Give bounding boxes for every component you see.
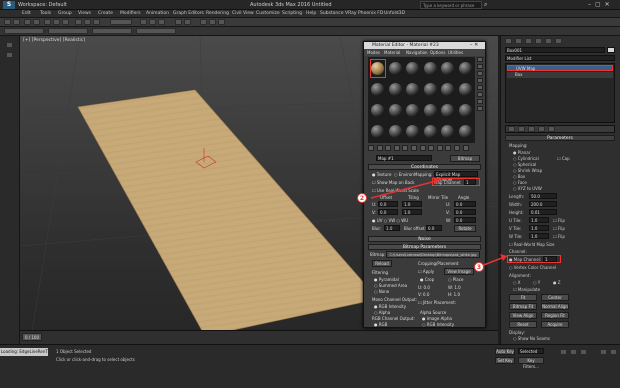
- callout-3: 3: [474, 262, 484, 272]
- last-frame-icon[interactable]: [580, 349, 587, 355]
- selected-dropdown[interactable]: Selected: [518, 348, 544, 354]
- callout-arrow-2: [370, 179, 441, 199]
- status-bar: Loading: EdgeLineRenTiles 1 Object Selec…: [0, 344, 620, 388]
- zoom-icon[interactable]: [600, 349, 607, 355]
- annotation-overlay: [370, 177, 508, 267]
- pan-icon[interactable]: [610, 349, 617, 355]
- set-key-button[interactable]: Set Key: [495, 357, 515, 364]
- next-frame-icon[interactable]: [570, 349, 577, 355]
- play-icon[interactable]: [560, 349, 567, 355]
- key-filters-button[interactable]: Key Filters...: [518, 357, 544, 369]
- maxscript-listener[interactable]: Loading: EdgeLineRenTiles: [0, 348, 48, 356]
- auto-key-button[interactable]: Auto Key: [495, 348, 515, 355]
- selection-status: 1 Object Selected: [56, 349, 92, 354]
- callout-2: 2: [357, 193, 367, 203]
- prompt-hint: Click or click-and-drag to select object…: [56, 357, 135, 362]
